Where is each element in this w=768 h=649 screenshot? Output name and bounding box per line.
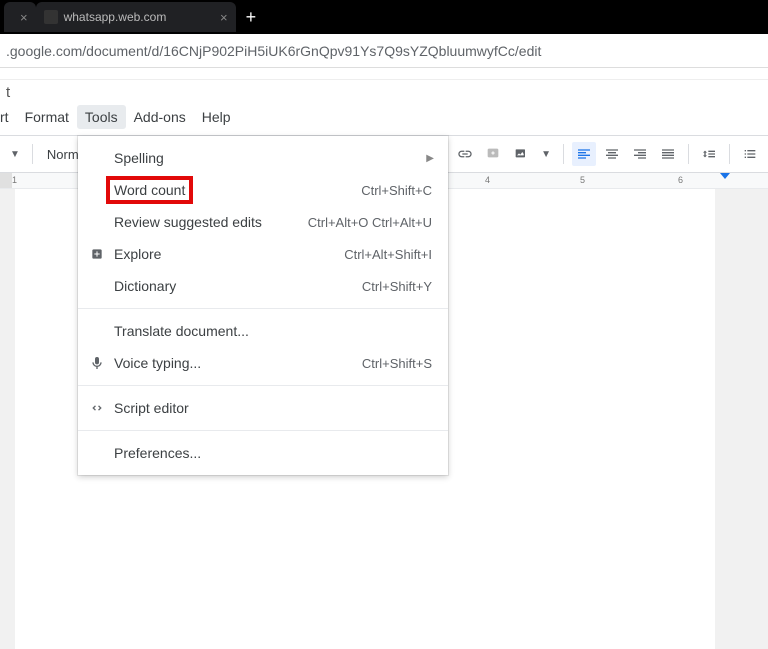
menu-label: Review suggested edits [114, 214, 308, 230]
browser-tab-empty[interactable]: × [4, 2, 36, 32]
code-icon [88, 399, 106, 417]
menu-bar: rt Format Tools Add-ons Help [0, 101, 768, 135]
menu-addons[interactable]: Add-ons [126, 105, 194, 129]
separator [563, 144, 564, 164]
menu-item-preferences[interactable]: Preferences... [78, 437, 448, 469]
separator [78, 308, 448, 309]
menu-item-explore[interactable]: Explore Ctrl+Alt+Shift+I [78, 238, 448, 270]
new-tab-button[interactable]: + [236, 7, 267, 28]
ruler-tick: 4 [485, 175, 490, 185]
separator [688, 144, 689, 164]
menu-item-spelling[interactable]: Spelling ▶ [78, 142, 448, 174]
ruler-tick: 6 [678, 175, 683, 185]
menu-item-voice-typing[interactable]: Voice typing... Ctrl+Shift+S [78, 347, 448, 379]
page-icon [44, 10, 58, 24]
highlight: Word count [106, 176, 193, 204]
menu-format[interactable]: Format [17, 105, 77, 129]
separator [78, 430, 448, 431]
menu-shortcut: Ctrl+Alt+O Ctrl+Alt+U [308, 215, 432, 230]
menu-label: Explore [114, 246, 344, 262]
comment-icon[interactable] [481, 142, 505, 166]
align-center-icon[interactable] [600, 142, 624, 166]
link-icon[interactable] [453, 142, 477, 166]
docs-title-fragment: t [0, 80, 768, 101]
ruler-marker[interactable] [720, 173, 730, 179]
browser-tab-strip: × whatsapp.web.com × + [0, 0, 768, 34]
browser-tab-whatsapp[interactable]: whatsapp.web.com × [36, 2, 236, 32]
menu-shortcut: Ctrl+Shift+C [361, 183, 432, 198]
ruler-tick: 1 [12, 175, 17, 185]
ruler-tick: 5 [580, 175, 585, 185]
menu-help[interactable]: Help [194, 105, 239, 129]
menu-item-review-edits[interactable]: Review suggested edits Ctrl+Alt+O Ctrl+A… [78, 206, 448, 238]
tab-title: whatsapp.web.com [64, 10, 167, 24]
menu-item-script-editor[interactable]: Script editor [78, 392, 448, 424]
menu-label: Voice typing... [114, 355, 362, 371]
menu-shortcut: Ctrl+Shift+Y [362, 279, 432, 294]
menu-item-dictionary[interactable]: Dictionary Ctrl+Shift+Y [78, 270, 448, 302]
explore-icon [88, 245, 106, 263]
menu-label: Translate document... [114, 323, 432, 339]
list-icon[interactable] [738, 142, 762, 166]
menu-label: Spelling [114, 150, 432, 166]
menu-tools[interactable]: Tools [77, 105, 126, 129]
menu-label: Word count [114, 176, 361, 204]
separator [78, 385, 448, 386]
menu-shortcut: Ctrl+Alt+Shift+I [344, 247, 432, 262]
align-left-icon[interactable] [572, 142, 596, 166]
menu-item-translate[interactable]: Translate document... [78, 315, 448, 347]
align-justify-icon[interactable] [656, 142, 680, 166]
close-icon[interactable]: × [220, 10, 228, 25]
separator [729, 144, 730, 164]
chevron-down-icon[interactable]: ▼ [537, 149, 555, 160]
menu-label: Dictionary [114, 278, 362, 294]
line-spacing-icon[interactable] [697, 142, 721, 166]
chevron-down-icon[interactable]: ▼ [6, 149, 24, 160]
menu-label: Preferences... [114, 445, 432, 461]
menu-insert[interactable]: rt [0, 105, 17, 129]
tools-dropdown: Spelling ▶ Word count Ctrl+Shift+C Revie… [78, 136, 448, 475]
address-bar[interactable]: .google.com/document/d/16CNjP902PiH5iUK6… [0, 34, 768, 68]
close-icon[interactable]: × [20, 10, 28, 25]
menu-shortcut: Ctrl+Shift+S [362, 356, 432, 371]
docs-header [0, 68, 768, 80]
submenu-arrow-icon: ▶ [426, 153, 434, 164]
separator [32, 144, 33, 164]
microphone-icon [88, 354, 106, 372]
menu-item-word-count[interactable]: Word count Ctrl+Shift+C [78, 174, 448, 206]
align-right-icon[interactable] [628, 142, 652, 166]
menu-label: Script editor [114, 400, 432, 416]
image-icon[interactable] [509, 142, 533, 166]
url-text: .google.com/document/d/16CNjP902PiH5iUK6… [6, 43, 541, 59]
